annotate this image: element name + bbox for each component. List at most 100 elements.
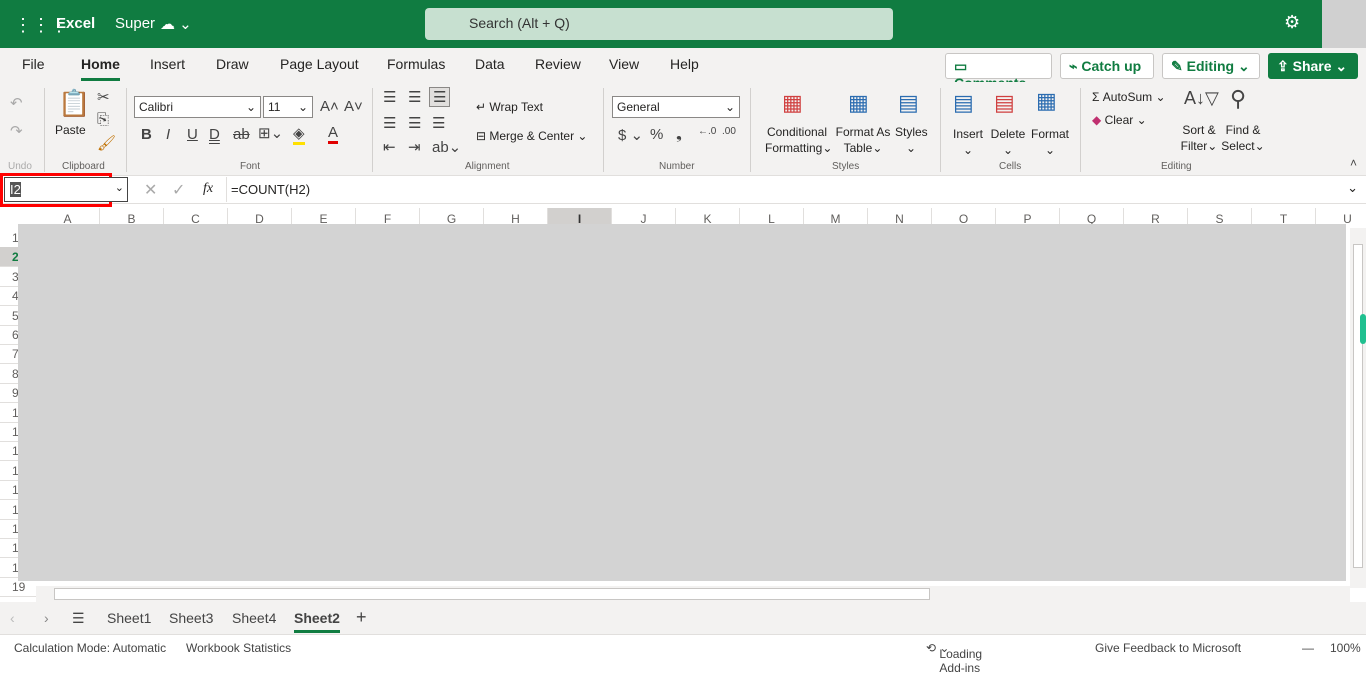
prev-sheet-icon[interactable]: ‹	[10, 610, 15, 626]
italic-icon[interactable]: I	[166, 126, 170, 143]
file-name[interactable]: Super	[115, 15, 155, 32]
merge-center-label: Merge & Center	[489, 129, 575, 143]
font-size-select[interactable]: 11 ⌄	[263, 96, 313, 118]
cell-styles-button[interactable]: Styles ⌄	[895, 124, 928, 156]
sheet-tab-sheet4[interactable]: Sheet4	[232, 610, 276, 626]
grow-font-icon[interactable]: A˄	[320, 98, 339, 115]
double-underline-icon[interactable]: D	[209, 126, 220, 143]
borders-icon[interactable]: ⊞⌄	[258, 124, 283, 142]
loading-addins[interactable]: ⟲ Loading Add-ins ⌄	[926, 641, 982, 675]
tab-home[interactable]: Home	[81, 56, 120, 81]
cell-styles-icon[interactable]: ▤	[898, 90, 919, 116]
settings-gear-icon[interactable]: ⚙	[1284, 12, 1300, 33]
file-menu-chevron-icon[interactable]: ☁ ⌄	[160, 15, 192, 33]
orientation-icon[interactable]: ab⌄	[432, 138, 461, 156]
shrink-font-icon[interactable]: A˅	[344, 98, 363, 115]
format-cells-icon[interactable]: ▦	[1036, 88, 1057, 114]
zoom-out-icon[interactable]: —	[1302, 641, 1314, 655]
horizontal-scrollbar[interactable]	[36, 586, 1350, 602]
workbook-statistics[interactable]: Workbook Statistics	[186, 641, 291, 655]
autosum-label: AutoSum	[1102, 90, 1153, 104]
format-cells-button[interactable]: Format ⌄	[1030, 126, 1070, 158]
formula-input[interactable]: =COUNT(H2) ⌄	[226, 177, 1362, 202]
top-align-icon[interactable]: ☰	[383, 88, 396, 106]
fill-color-icon[interactable]: ◈	[293, 124, 305, 145]
tab-file[interactable]: File	[22, 56, 45, 72]
currency-icon[interactable]: $ ⌄	[618, 126, 643, 144]
calculation-mode[interactable]: Calculation Mode: Automatic	[14, 641, 166, 655]
copy-icon[interactable]: ⎘	[97, 111, 109, 128]
paste-icon[interactable]: 📋	[58, 88, 90, 119]
insert-cells-button[interactable]: Insert ⌄	[952, 126, 984, 158]
tab-draw[interactable]: Draw	[216, 56, 249, 72]
strikethrough-icon[interactable]: ab	[233, 126, 250, 143]
editing-mode-button[interactable]: ✎ Editing ⌄	[1162, 53, 1260, 79]
increase-decimal-icon[interactable]: ←.0	[698, 126, 716, 137]
insert-cells-icon[interactable]: ▤	[953, 90, 974, 116]
sheet-tab-sheet3[interactable]: Sheet3	[169, 610, 213, 626]
font-color-icon[interactable]: A	[328, 124, 339, 144]
sheet-tab-sheet2[interactable]: Sheet2	[294, 610, 340, 633]
align-center-icon[interactable]: ☰	[408, 114, 421, 132]
insert-function-icon[interactable]: fx	[203, 181, 213, 197]
tab-insert[interactable]: Insert	[150, 56, 185, 72]
name-box[interactable]: I2 ⌄	[4, 177, 128, 202]
undo-icon[interactable]: ↶	[10, 94, 23, 112]
tab-view[interactable]: View	[609, 56, 639, 72]
middle-align-icon[interactable]: ☰	[408, 88, 421, 106]
share-button[interactable]: ⇪ Share ⌄	[1268, 53, 1358, 79]
next-sheet-icon[interactable]: ›	[44, 610, 49, 626]
tab-help[interactable]: Help	[670, 56, 699, 72]
cut-icon[interactable]: ✂	[97, 88, 110, 106]
bottom-align-icon[interactable]: ☰	[429, 87, 451, 107]
enter-icon[interactable]: ✓	[172, 180, 185, 200]
conditional-formatting-button[interactable]: Conditional Formatting⌄	[765, 124, 832, 156]
font-name-select[interactable]: Calibri ⌄	[134, 96, 261, 118]
avatar[interactable]	[1322, 0, 1366, 55]
ribbon: ↶ ↷ Undo 📋 Paste ✂ ⎘ 🖌 Clipboard Calibri…	[0, 82, 1366, 176]
tab-review[interactable]: Review	[535, 56, 581, 72]
format-as-table-button[interactable]: Format As Table⌄	[834, 124, 892, 156]
catch-up-button[interactable]: ⌁ Catch up	[1060, 53, 1154, 79]
vertical-scrollbar[interactable]	[1350, 228, 1366, 588]
app-name[interactable]: Excel	[56, 15, 95, 32]
underline-icon[interactable]: U	[187, 126, 198, 143]
decrease-decimal-icon[interactable]: .00	[722, 126, 736, 137]
find-select-button[interactable]: Find & Select⌄	[1220, 122, 1266, 154]
decrease-indent-icon[interactable]: ⇤	[383, 138, 396, 156]
tab-page-layout[interactable]: Page Layout	[280, 56, 359, 72]
search-input[interactable]: Search (Alt + Q)	[425, 8, 893, 40]
tab-formulas[interactable]: Formulas	[387, 56, 445, 72]
number-format-select[interactable]: General ⌄	[612, 96, 740, 118]
percent-icon[interactable]: %	[650, 126, 663, 143]
zoom-level[interactable]: 100%	[1330, 641, 1361, 655]
wrap-text-button[interactable]: ↵ Wrap Text	[476, 100, 543, 114]
all-sheets-icon[interactable]: ☰	[72, 610, 85, 627]
merge-center-button[interactable]: ⊟ Merge & Center ⌄	[476, 129, 587, 143]
sheet-tab-sheet1[interactable]: Sheet1	[107, 610, 151, 626]
sort-filter-button[interactable]: Sort & Filter⌄	[1178, 122, 1220, 154]
autosum-button[interactable]: Σ AutoSum ⌄	[1092, 90, 1166, 104]
format-as-table-icon[interactable]: ▦	[848, 90, 869, 116]
conditional-formatting-icon[interactable]: ▦	[782, 90, 803, 116]
format-painter-icon[interactable]: 🖌	[97, 134, 116, 152]
tab-data[interactable]: Data	[475, 56, 505, 72]
redo-icon[interactable]: ↷	[10, 122, 23, 140]
find-select-icon[interactable]: ⚲	[1230, 86, 1246, 112]
collapse-ribbon-icon[interactable]: ˄	[1350, 156, 1357, 170]
align-right-icon[interactable]: ☰	[432, 114, 445, 132]
bold-icon[interactable]: B	[141, 126, 152, 143]
cancel-icon[interactable]: ✕	[144, 180, 157, 200]
comma-style-icon[interactable]: ❟	[676, 126, 682, 143]
delete-cells-icon[interactable]: ▤	[994, 90, 1015, 116]
align-left-icon[interactable]: ☰	[383, 114, 396, 132]
add-sheet-icon[interactable]: +	[356, 607, 367, 628]
feedback-link[interactable]: Give Feedback to Microsoft	[1095, 641, 1241, 655]
paste-button[interactable]: Paste	[55, 123, 86, 137]
increase-indent-icon[interactable]: ⇥	[408, 138, 421, 156]
clear-button[interactable]: ◆ Clear ⌄	[1092, 113, 1147, 127]
delete-cells-button[interactable]: Delete ⌄	[990, 126, 1026, 158]
comments-button[interactable]: ▭ Comments	[945, 53, 1052, 91]
status-bar: Calculation Mode: Automatic Workbook Sta…	[0, 634, 1366, 675]
sort-filter-icon[interactable]: A↓▽	[1184, 88, 1219, 109]
